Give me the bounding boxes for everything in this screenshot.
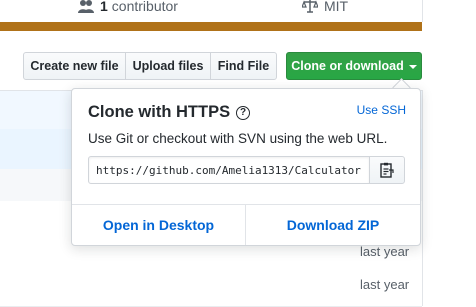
create-new-file-button[interactable]: Create new file xyxy=(23,52,126,80)
clone-or-download-label: Clone or download xyxy=(291,59,404,73)
contributors-label: contributor xyxy=(111,0,178,14)
people-icon xyxy=(78,0,94,13)
clone-footer: Open in Desktop Download ZIP xyxy=(72,204,420,245)
clone-url-input[interactable] xyxy=(88,156,370,184)
clone-url-group xyxy=(88,156,405,184)
clone-dropdown: Clone with HTTPS ? Use SSH Use Git or ch… xyxy=(71,88,421,246)
clone-description: Use Git or checkout with SVN using the w… xyxy=(88,131,388,146)
caret-down-icon xyxy=(408,65,417,69)
find-file-button[interactable]: Find File xyxy=(210,52,277,80)
clone-title-text: Clone with HTTPS xyxy=(88,103,231,121)
question-icon[interactable]: ? xyxy=(236,105,251,120)
language-bar xyxy=(0,22,422,31)
repo-stats-bar: 1 contributor MIT xyxy=(0,0,423,22)
commit-age[interactable]: last year xyxy=(360,277,464,292)
commit-age[interactable]: last year xyxy=(360,244,464,259)
contributors-stat[interactable]: 1 contributor xyxy=(78,0,178,14)
clone-title: Clone with HTTPS ? xyxy=(88,103,251,122)
copy-url-button[interactable] xyxy=(369,156,405,184)
use-ssh-link[interactable]: Use SSH xyxy=(357,103,406,117)
law-scale-icon xyxy=(302,0,318,13)
table-row[interactable] xyxy=(0,269,422,307)
contributors-count: 1 xyxy=(100,0,108,14)
upload-files-button[interactable]: Upload files xyxy=(125,52,211,80)
clone-or-download-button[interactable]: Clone or download xyxy=(286,52,422,80)
license-stat[interactable]: MIT xyxy=(302,0,348,14)
clippy-icon xyxy=(380,162,394,178)
license-name: MIT xyxy=(324,0,349,14)
download-zip-button[interactable]: Download ZIP xyxy=(246,205,420,245)
open-in-desktop-button[interactable]: Open in Desktop xyxy=(72,205,246,245)
